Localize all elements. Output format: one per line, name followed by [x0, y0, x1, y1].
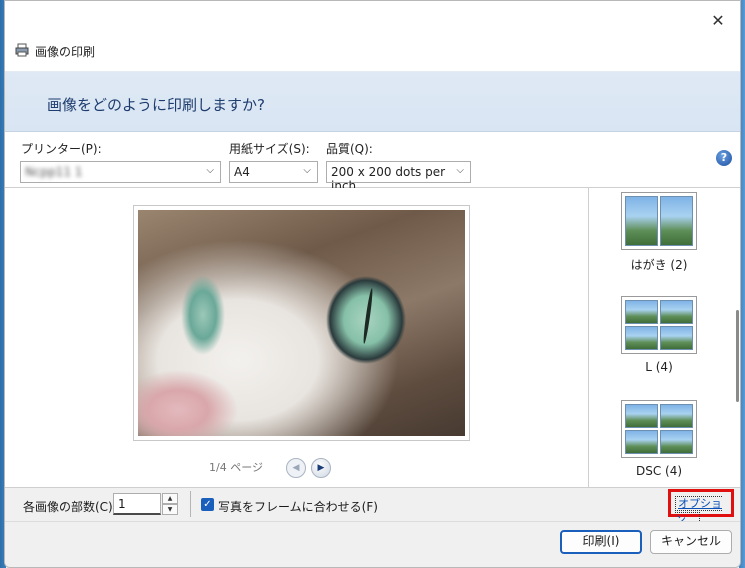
paper-size-value: A4 — [234, 165, 250, 179]
chevron-down-icon: ⌵ — [456, 165, 464, 176]
previous-page-button[interactable]: ◀ — [286, 458, 306, 478]
spin-down-button[interactable]: ▼ — [162, 504, 178, 515]
divider — [190, 491, 191, 517]
layout-label: L (4) — [645, 360, 673, 374]
thumbnail-photo — [660, 300, 693, 324]
fit-to-frame-label[interactable]: 写真をフレームに合わせる(F) — [218, 498, 378, 515]
cat-eye-pupil — [362, 287, 374, 345]
thumbnail-photo — [660, 326, 693, 350]
layout-thumbnail — [621, 192, 697, 250]
close-icon: ✕ — [711, 10, 725, 30]
thumbnail-photo — [625, 430, 658, 454]
arrow-right-icon: ▶ — [317, 463, 325, 473]
title-bar: ✕ 画像の印刷 — [5, 1, 740, 71]
arrow-left-icon: ◀ — [292, 463, 300, 473]
thumbnail-photo — [660, 196, 693, 246]
layout-thumbnail — [621, 296, 697, 354]
layout-item-dsc[interactable]: DSC (4) — [589, 400, 729, 478]
quality-label: 品質(Q): — [326, 142, 373, 156]
layout-item-hagaki[interactable]: はがき (2) — [589, 192, 729, 273]
spin-up-button[interactable]: ▲ — [162, 493, 178, 504]
printer-icon — [15, 43, 29, 57]
dialog-footer: 印刷(I) キャンセル — [5, 521, 740, 567]
print-button[interactable]: 印刷(I) — [560, 530, 642, 554]
printer-value: Ncpp11 1 — [25, 165, 83, 179]
print-pictures-dialog: ✕ 画像の印刷 画像をどのように印刷しますか? プリンター(P): Ncpp11… — [4, 0, 741, 568]
thumbnail-photo — [625, 300, 658, 324]
chevron-down-icon: ⌵ — [303, 165, 311, 176]
print-preview-pane: 1/4 ページ ◀ ▶ — [5, 188, 588, 487]
help-icon[interactable]: ? — [716, 150, 732, 166]
next-page-button[interactable]: ▶ — [311, 458, 331, 478]
page-title: 画像をどのように印刷しますか? — [47, 96, 265, 114]
thumbnail-photo — [625, 326, 658, 350]
thumbnail-photo — [625, 404, 658, 428]
cancel-button[interactable]: キャンセル — [650, 530, 732, 554]
layout-scrollbar[interactable] — [736, 310, 739, 402]
copies-label: 各画像の部数(C): — [23, 500, 117, 514]
options-link[interactable]: オプション... — [668, 489, 734, 527]
paper-size-label: 用紙サイズ(S): — [229, 142, 310, 156]
options-row: 各画像の部数(C): 1 ▲ ▼ ✓ 写真をフレームに合わせる(F) オプション… — [5, 487, 740, 527]
layout-label: DSC (4) — [635, 464, 683, 478]
layout-thumbnail — [621, 400, 697, 458]
fit-to-frame-checkbox[interactable]: ✓ — [201, 498, 214, 511]
page-indicator: 1/4 ページ — [209, 461, 263, 474]
paper-size-select[interactable]: A4 ⌵ — [229, 161, 318, 183]
thumbnail-photo — [625, 196, 658, 246]
printer-select[interactable]: Ncpp11 1 ⌵ — [20, 161, 221, 183]
thumbnail-photo — [660, 404, 693, 428]
layout-list: はがき (2) L (4) DSC (4) — [588, 188, 740, 487]
copies-input[interactable]: 1 — [113, 493, 161, 515]
header-band: 画像をどのように印刷しますか? — [5, 71, 740, 132]
close-button[interactable]: ✕ — [706, 9, 730, 31]
window-title: 画像の印刷 — [35, 45, 96, 59]
layout-label: はがき (2) — [630, 258, 688, 272]
layout-item-l[interactable]: L (4) — [589, 296, 729, 374]
quality-select[interactable]: 200 x 200 dots per inch ⌵ — [326, 161, 471, 193]
printer-label: プリンター(P): — [21, 142, 102, 156]
print-settings-bar: プリンター(P): Ncpp11 1 ⌵ 用紙サイズ(S): A4 ⌵ 品質(Q… — [5, 132, 740, 193]
chevron-down-icon: ⌵ — [206, 165, 214, 176]
preview-frame — [133, 205, 470, 441]
thumbnail-photo — [660, 430, 693, 454]
cat-photo-preview — [138, 210, 465, 436]
